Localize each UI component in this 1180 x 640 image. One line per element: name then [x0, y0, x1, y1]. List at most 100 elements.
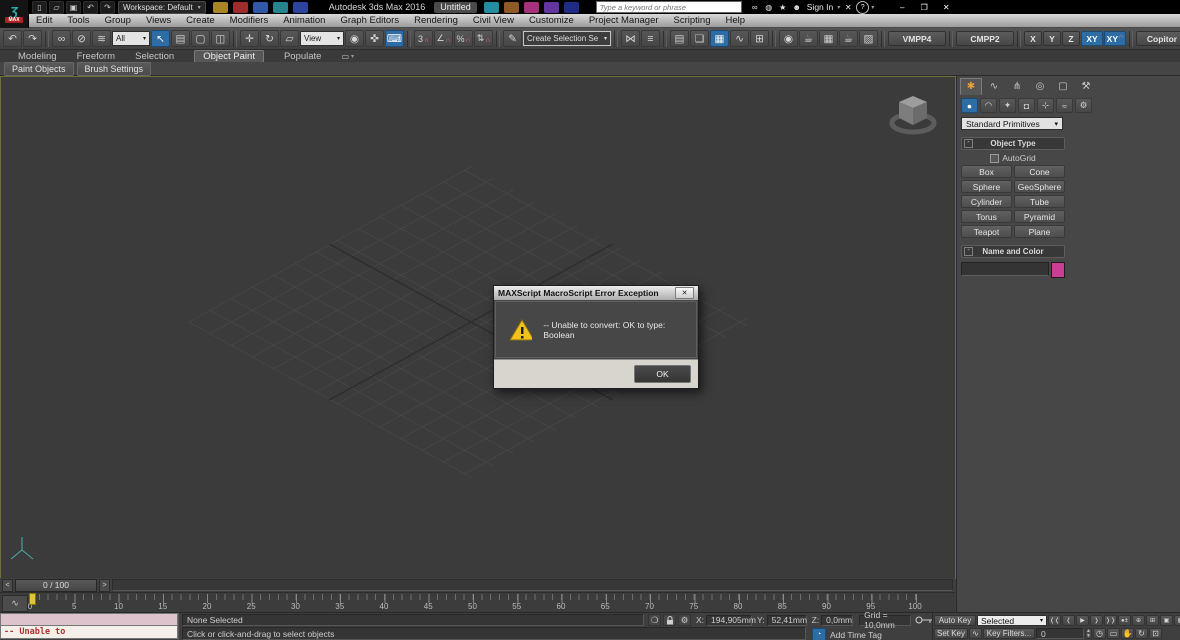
select-and-scale-icon[interactable]: ▱: [280, 30, 299, 47]
panel-tab-create-icon[interactable]: ✱: [960, 78, 982, 95]
infocenter-search-input[interactable]: [596, 1, 742, 13]
transform-type-in-toggle-icon[interactable]: ⚙: [678, 614, 691, 626]
menu-item[interactable]: Animation: [283, 15, 325, 26]
ribbon-tab-modeling[interactable]: Modeling: [18, 51, 57, 62]
rendered-frame-window-icon[interactable]: ▦: [819, 30, 838, 47]
time-slider-previous-icon[interactable]: <: [2, 579, 13, 592]
selection-lock-icon[interactable]: [663, 614, 676, 626]
key-filters-button[interactable]: Key Filters...: [983, 628, 1035, 639]
frame-spinner[interactable]: ▲▼: [1085, 628, 1092, 639]
menu-item[interactable]: Group: [105, 15, 131, 26]
keyboard-shortcut-override-icon[interactable]: ⌨: [385, 30, 404, 47]
zoom-all-icon[interactable]: ⊞: [1146, 615, 1159, 626]
minimize-button[interactable]: –: [891, 1, 913, 13]
object-name-input[interactable]: [961, 262, 1049, 276]
xy-snap-constraint-button[interactable]: XY: [1104, 31, 1126, 46]
select-object-icon[interactable]: ↖: [151, 30, 170, 47]
ok-button[interactable]: OK: [634, 365, 691, 383]
panel-tab-modify-icon[interactable]: ∿: [983, 78, 1005, 95]
help-icon[interactable]: ?: [856, 1, 869, 14]
zoom-extents-icon[interactable]: ▣: [1160, 615, 1173, 626]
redo-quick-icon[interactable]: ↷: [100, 1, 115, 14]
button-cylinder[interactable]: Cylinder: [961, 195, 1012, 208]
app-icon[interactable]: [253, 2, 268, 13]
app-icon[interactable]: [564, 2, 579, 13]
menu-item[interactable]: Civil View: [473, 15, 514, 26]
app-icon[interactable]: [213, 2, 228, 13]
ribbon-tab-populate[interactable]: Populate: [284, 51, 322, 62]
ribbon-tab-object-paint[interactable]: Object Paint: [194, 50, 264, 63]
save-file-icon[interactable]: ▣: [66, 1, 81, 14]
panel-tab-hierarchy-icon[interactable]: ⋔: [1006, 78, 1028, 95]
application-menu-button[interactable]: Ʒ MAX: [0, 0, 29, 28]
scene-explorer-icon[interactable]: ❏: [690, 30, 709, 47]
name-and-color-rollout-header[interactable]: - Name and Color: [961, 245, 1065, 258]
vmpp4-button[interactable]: VMPP4: [888, 31, 946, 46]
category-spacewarps-icon[interactable]: ≈: [1056, 98, 1073, 113]
app-icon[interactable]: [273, 2, 288, 13]
selection-set-dropdown[interactable]: Selected: [977, 615, 1047, 626]
menu-item[interactable]: Rendering: [414, 15, 458, 26]
macro-recorder-pane[interactable]: [0, 613, 178, 626]
x-axis-constraint-button[interactable]: X: [1024, 31, 1042, 46]
button-teapot[interactable]: Teapot: [961, 225, 1012, 238]
subtab-brush-settings[interactable]: Brush Settings: [77, 62, 152, 76]
z-axis-constraint-button[interactable]: Z: [1062, 31, 1080, 46]
zoom-icon[interactable]: ⊕: [1132, 615, 1145, 626]
sign-in-caret-icon[interactable]: ▾: [837, 4, 840, 11]
button-pyramid[interactable]: Pyramid: [1014, 210, 1065, 223]
app-icon[interactable]: [504, 2, 519, 13]
menu-item[interactable]: Help: [725, 15, 745, 26]
auto-key-button[interactable]: Auto Key: [934, 615, 976, 626]
time-tag-icon[interactable]: ◔: [812, 628, 826, 640]
button-cone[interactable]: Cone: [1014, 165, 1065, 178]
button-geosphere[interactable]: GeoSphere: [1014, 180, 1065, 193]
category-cameras-icon[interactable]: ◘: [1018, 98, 1035, 113]
button-tube[interactable]: Tube: [1014, 195, 1065, 208]
panel-tab-utilities-icon[interactable]: ⚒: [1075, 78, 1097, 95]
category-systems-icon[interactable]: ⚙: [1075, 98, 1092, 113]
snaps-toggle-icon[interactable]: 3: [414, 30, 433, 47]
help-caret-icon[interactable]: ▾: [871, 4, 874, 11]
favorites-star-icon[interactable]: ★: [777, 2, 789, 13]
x-coordinate-field[interactable]: 194,905mm: [706, 615, 752, 626]
render-setup-icon[interactable]: ☕: [799, 30, 818, 47]
ribbon-config-icon[interactable]: ▭▾: [341, 52, 354, 61]
app-icon[interactable]: [524, 2, 539, 13]
menu-item[interactable]: Views: [146, 15, 171, 26]
ribbon-tab-freeform[interactable]: Freeform: [77, 51, 116, 62]
button-box[interactable]: Box: [961, 165, 1012, 178]
perspective-viewport[interactable]: [0, 76, 956, 579]
category-lights-icon[interactable]: ✦: [999, 98, 1016, 113]
viewcube[interactable]: [887, 89, 939, 137]
select-and-rotate-icon[interactable]: ↻: [260, 30, 279, 47]
primitive-category-dropdown[interactable]: Standard Primitives: [961, 117, 1063, 130]
play-button[interactable]: ▶: [1076, 615, 1089, 626]
app-icon[interactable]: [293, 2, 308, 13]
category-shapes-icon[interactable]: ◠: [980, 98, 997, 113]
button-sphere[interactable]: Sphere: [961, 180, 1012, 193]
app-icon[interactable]: [484, 2, 499, 13]
object-type-rollout-header[interactable]: - Object Type: [961, 137, 1065, 150]
undo-icon[interactable]: ↶: [3, 30, 22, 47]
go-to-start-button[interactable]: ❬❬: [1048, 615, 1061, 626]
category-helpers-icon[interactable]: ⊹: [1037, 98, 1054, 113]
bind-to-space-warp-icon[interactable]: ≋: [92, 30, 111, 47]
next-frame-button[interactable]: ❭: [1090, 615, 1103, 626]
sign-in-user-icon[interactable]: ☻: [791, 2, 803, 13]
current-frame-marker[interactable]: [29, 593, 36, 605]
time-configuration-icon[interactable]: ◷: [1093, 628, 1106, 639]
search-binoculars-icon[interactable]: ∞: [749, 2, 761, 13]
z-coordinate-field[interactable]: 0,0mm: [821, 615, 853, 626]
listener-pane[interactable]: -- Unable to: [0, 626, 178, 639]
panel-tab-motion-icon[interactable]: ◎: [1029, 78, 1051, 95]
zoom-extents-all-icon[interactable]: ▦: [1174, 615, 1180, 626]
zoom-region-icon[interactable]: ▭: [1107, 628, 1120, 639]
render-flyout-icon[interactable]: ▨: [859, 30, 878, 47]
workspace-dropdown[interactable]: Workspace: Default: [118, 1, 206, 14]
new-key-tangent-icon[interactable]: ∿: [969, 628, 982, 639]
category-geometry-icon[interactable]: ●: [961, 98, 978, 113]
time-slider-handle[interactable]: 0 / 100: [15, 579, 97, 592]
previous-frame-button[interactable]: ❬: [1062, 615, 1075, 626]
menu-item[interactable]: Scripting: [674, 15, 711, 26]
